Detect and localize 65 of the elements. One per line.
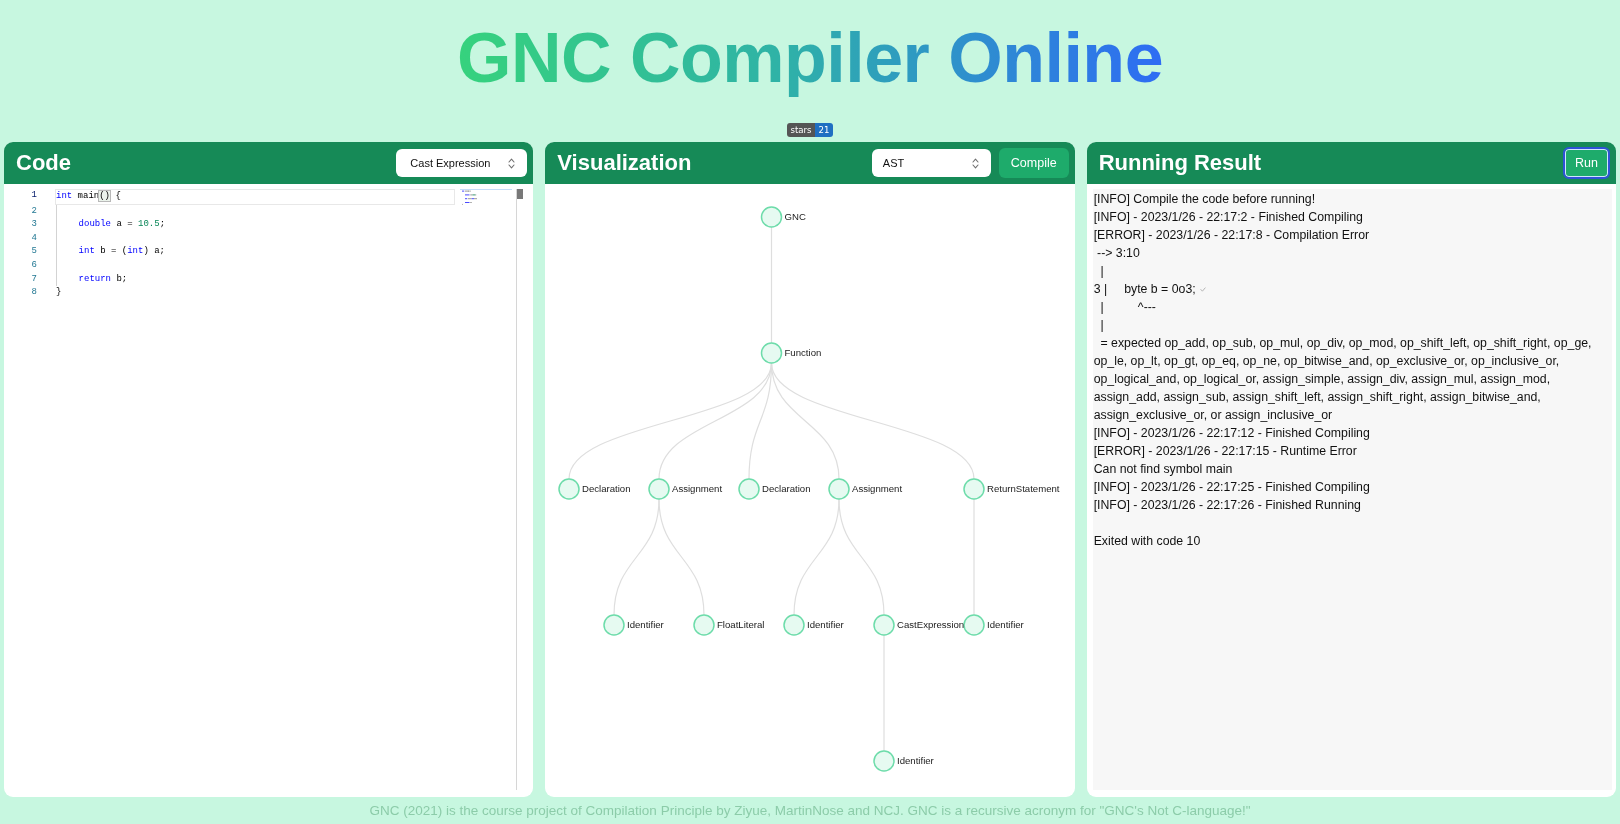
view-select[interactable]: AST bbox=[871, 149, 991, 177]
panel-title: Code bbox=[16, 150, 71, 176]
log-line: [INFO] - 2023/1/26 - 22:17:2 - Finished Compiling bbox=[1093, 209, 1363, 226]
tree-node bbox=[873, 750, 896, 772]
tree-node bbox=[963, 614, 986, 636]
code-line: return b; bbox=[77, 272, 128, 286]
node-label: Assignment bbox=[852, 483, 903, 495]
log-line: | bbox=[1099, 263, 1104, 280]
line-number: 2 bbox=[30, 204, 37, 218]
tree-node bbox=[603, 614, 626, 636]
line-number: 1 bbox=[30, 189, 37, 202]
scrollbar-thumb[interactable] bbox=[517, 189, 524, 199]
tree-node bbox=[783, 614, 806, 636]
log-line: Can not find symbol main bbox=[1093, 461, 1233, 478]
log-line: [ERROR] - 2023/1/26 - 22:17:15 - Runtime Error bbox=[1093, 443, 1357, 460]
tree-node bbox=[558, 478, 581, 500]
node-label: GNC bbox=[784, 211, 807, 223]
minimap-drawing bbox=[460, 189, 513, 206]
line-number: 7 bbox=[30, 272, 37, 286]
node-label: Function bbox=[784, 347, 822, 359]
exit-message: Exited with code 10 bbox=[1093, 533, 1201, 550]
node-label: Assignment bbox=[672, 483, 723, 495]
tree-node bbox=[648, 478, 671, 500]
log-line: | bbox=[1099, 317, 1104, 334]
log-line: = expected op_add, op_sub, op_mul, op_div, op_mod, op_shift_left, op_shift_right, op_ge, op_le, op_lt, op_gt, op_eq, op_ne, op_bitwise_and, op_exclusive_or, op_inclusive_or, op_logical_and, op_logical_or, assign_simple, assign_div, assign_mul, assign_mod, assign_add, assign_sub, assign_shift_left, assign_shift_right, assign_bitwise_and, assign_exclusive_or, or assign_inclusive_or bbox=[1093, 335, 1593, 424]
code-line: int b = (int) a; bbox=[77, 245, 166, 259]
code-line: double a = 10.5; bbox=[77, 218, 166, 232]
panel-title: Running Result bbox=[1098, 150, 1262, 176]
log-line: 3 | byte b = 0o3; bbox=[1093, 281, 1196, 298]
chevrons-icon bbox=[971, 157, 979, 169]
node-label: Declaration bbox=[582, 483, 631, 495]
panel-title: Visualization bbox=[557, 150, 692, 176]
tree-node bbox=[873, 614, 896, 636]
stars-label: stars bbox=[786, 123, 816, 137]
line-number: 8 bbox=[30, 286, 37, 300]
tree-node bbox=[738, 478, 761, 500]
tree-node bbox=[963, 478, 986, 500]
node-label: ReturnStatement bbox=[987, 483, 1060, 495]
tree-node bbox=[761, 206, 783, 228]
line-number: 6 bbox=[30, 258, 37, 272]
line-number: 3 bbox=[30, 218, 37, 232]
node-label: Declaration bbox=[762, 483, 811, 495]
example-select[interactable]: Cast Expression bbox=[396, 149, 528, 177]
node-label: Identifier bbox=[897, 755, 935, 767]
node-label: FloatLiteral bbox=[717, 619, 765, 631]
tree-node bbox=[761, 342, 783, 364]
tree-node bbox=[693, 614, 716, 636]
chevrons-icon bbox=[508, 157, 516, 169]
log-line: [INFO] - 2023/1/26 - 22:17:12 - Finished Compiling bbox=[1093, 425, 1370, 442]
log-line: | ^--- bbox=[1099, 299, 1156, 316]
log-line: [ERROR] - 2023/1/26 - 22:17:8 - Compilation Error bbox=[1093, 227, 1370, 244]
line-number: 4 bbox=[30, 231, 37, 245]
code-line: } bbox=[56, 286, 62, 300]
log-line: [INFO] Compile the code before running! bbox=[1093, 191, 1316, 208]
node-label: Identifier bbox=[807, 619, 845, 631]
node-label: CastExpression bbox=[897, 619, 965, 631]
stars-count: 21 bbox=[815, 123, 834, 137]
node-label: Identifier bbox=[987, 619, 1025, 631]
log-line: --> 3:10 bbox=[1096, 245, 1140, 262]
node-label: Identifier bbox=[627, 619, 665, 631]
line-number: 5 bbox=[30, 245, 37, 259]
log-line: [INFO] - 2023/1/26 - 22:17:25 - Finished Compiling bbox=[1093, 479, 1370, 496]
footer-text: GNC (2021) is the course project of Compilation Principle by Ziyue, MartinNose and NCJ. GNC is a recursive acronym for "GNC's Not C-language!" bbox=[369, 803, 1251, 818]
log-line: [INFO] - 2023/1/26 - 22:17:26 - Finished Running bbox=[1093, 497, 1361, 514]
tree-node bbox=[828, 478, 851, 500]
